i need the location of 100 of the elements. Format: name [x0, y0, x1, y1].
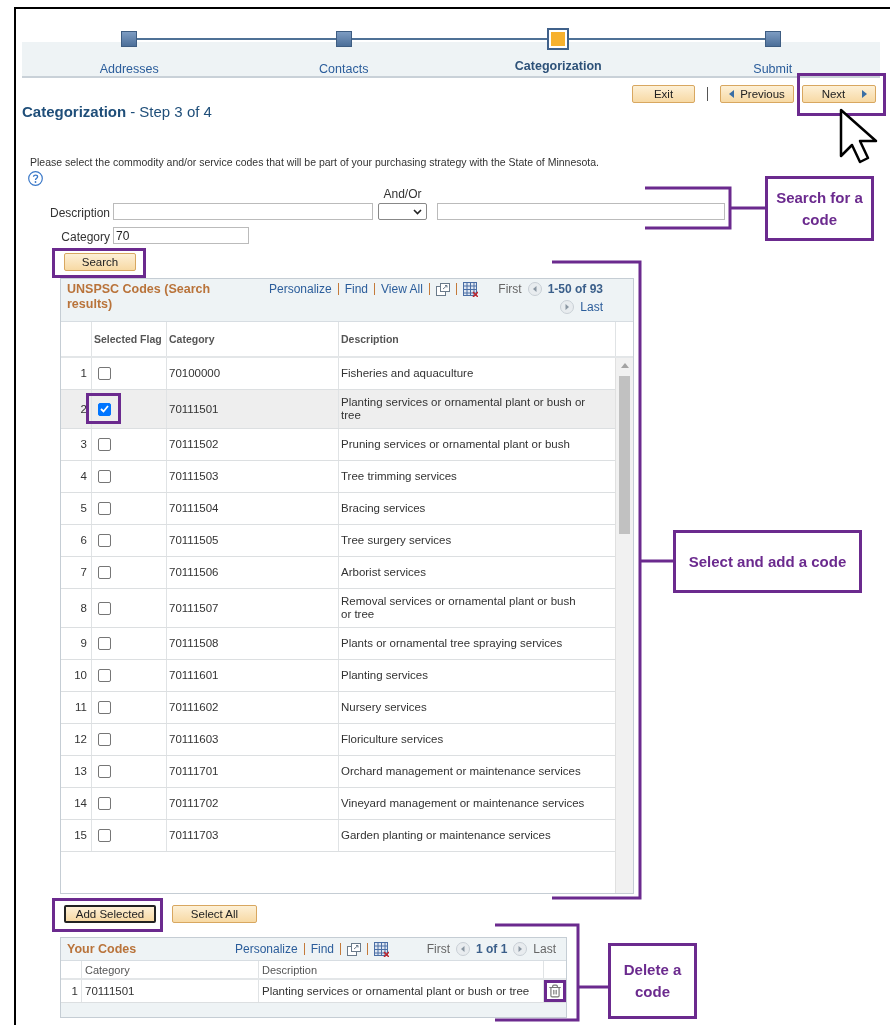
and-or-label: And/Or: [383, 187, 422, 201]
exit-button[interactable]: Exit: [632, 85, 695, 103]
table-cell: 70111702: [169, 797, 219, 810]
row-number: 10: [74, 669, 87, 682]
second-description-field[interactable]: [437, 203, 725, 220]
checkbox[interactable]: [98, 669, 111, 682]
last-link[interactable]: Last: [533, 942, 556, 956]
grid-link[interactable]: View All: [381, 282, 423, 296]
checkbox[interactable]: [98, 829, 111, 842]
table-cell: Arborist services: [341, 566, 426, 579]
table-row[interactable]: 8 70111507 Removal services or ornamental plant or bush or tree: [61, 589, 615, 628]
step-label[interactable]: Contacts: [319, 62, 369, 76]
step-marker[interactable]: [547, 28, 570, 50]
table-cell: Planting services or ornamental plant or bush or tree: [262, 984, 530, 998]
row-number: 4: [80, 470, 87, 483]
table-cell: Orchard management or maintenance services: [341, 765, 581, 778]
checkbox[interactable]: [98, 502, 111, 515]
table-row[interactable]: 14 70111702 Vineyard management or maintenance services: [61, 788, 615, 820]
category-label: Category: [60, 230, 111, 244]
scroll-thumb[interactable]: [619, 376, 630, 534]
new-window-icon[interactable]: [347, 942, 362, 956]
table-row[interactable]: 4 70111503 Tree trimming services: [61, 461, 615, 493]
checkbox[interactable]: [98, 765, 111, 778]
grid-link[interactable]: Find: [310, 942, 335, 956]
checkbox[interactable]: [98, 438, 111, 451]
table-row[interactable]: 1 70100000 Fisheries and aquaculture: [61, 358, 615, 390]
search-button[interactable]: Search: [64, 253, 136, 271]
checkbox[interactable]: [98, 367, 111, 380]
and-or-dropdown[interactable]: [378, 203, 427, 220]
checkbox[interactable]: [98, 534, 111, 547]
table-row[interactable]: 5 70111504 Bracing services: [61, 493, 615, 525]
grid-title: UNSPSC Codes (Search results): [66, 281, 212, 313]
help-icon[interactable]: [28, 171, 43, 186]
callout-note: Select and add a code: [673, 530, 862, 593]
table-cell: 70111501: [169, 402, 219, 416]
last-link[interactable]: Last: [580, 300, 603, 314]
checkbox[interactable]: [98, 701, 111, 714]
previous-button[interactable]: Previous: [720, 85, 794, 103]
table-cell: 70111506: [169, 566, 219, 579]
grid-link[interactable]: Find: [344, 282, 369, 296]
table-row[interactable]: 3 70111502 Pruning services or ornamental plant or bush: [61, 429, 615, 461]
table-row[interactable]: 7 70111506 Arborist services: [61, 557, 615, 589]
row-number: 7: [80, 566, 87, 579]
step-marker[interactable]: [764, 31, 781, 47]
table-cell: 70100000: [169, 367, 221, 380]
table-row[interactable]: 12 70111603 Floriculture services: [61, 724, 615, 756]
spreadsheet-icon[interactable]: [462, 281, 478, 297]
description-field[interactable]: [113, 203, 373, 220]
checkbox[interactable]: [98, 470, 111, 483]
mouse-cursor-icon: [839, 108, 878, 164]
checkbox[interactable]: [98, 566, 111, 579]
grid-link[interactable]: Personalize: [269, 282, 332, 296]
page-title: Categorization - Step 3 of 4: [22, 103, 212, 120]
checkbox[interactable]: [98, 601, 111, 615]
column-header: Description: [341, 333, 399, 345]
add-selected-button[interactable]: Add Selected: [64, 905, 156, 923]
table-cell: 70111502: [169, 438, 219, 451]
next-button[interactable]: Next: [802, 85, 876, 103]
table-row[interactable]: 9 70111508 Plants or ornamental tree spraying services: [61, 628, 615, 660]
table-row[interactable]: 6 70111505 Tree surgery services: [61, 525, 615, 557]
category-field[interactable]: 70: [113, 227, 249, 244]
select-all-button[interactable]: Select All: [172, 905, 257, 923]
step-marker[interactable]: [335, 31, 352, 47]
scrollbar[interactable]: [615, 358, 633, 893]
table-cell: 70111601: [169, 669, 219, 682]
row-number: 9: [80, 637, 87, 650]
table-row[interactable]: 11 70111602 Nursery services: [61, 692, 615, 724]
table-cell: 70111602: [169, 701, 219, 714]
step-label[interactable]: Categorization: [514, 59, 602, 73]
callout-note: Delete a code: [608, 943, 697, 1019]
table-cell: Planting services or ornamental plant or bush or tree: [341, 396, 586, 422]
table-row[interactable]: 2 70111501 Planting services or ornamental plant or bush or tree: [61, 390, 615, 429]
table-cell: Floriculture services: [341, 733, 444, 746]
checkbox[interactable]: [98, 637, 111, 650]
row-number: 11: [75, 701, 87, 714]
table-row[interactable]: 10 70111601 Planting services: [61, 660, 615, 692]
spreadsheet-icon[interactable]: [374, 941, 390, 957]
page-range: 1 of 1: [475, 942, 508, 956]
table-cell: Fisheries and aquaculture: [341, 367, 474, 380]
table-cell: Planting services: [341, 669, 428, 682]
chevron-down-icon: [413, 208, 422, 215]
first-link[interactable]: First: [498, 282, 522, 296]
first-link[interactable]: First: [426, 942, 450, 956]
step-marker[interactable]: [121, 31, 138, 47]
step-label[interactable]: Submit: [753, 62, 793, 76]
table-cell: Pruning services or ornamental plant or bush: [341, 438, 570, 451]
new-window-icon[interactable]: [435, 282, 450, 296]
row-number: 2: [80, 402, 87, 416]
step-label[interactable]: Addresses: [99, 62, 159, 76]
table-cell: Tree surgery services: [341, 534, 452, 547]
checkbox[interactable]: [98, 797, 111, 810]
checkbox[interactable]: [98, 733, 111, 746]
table-cell: 70111504: [169, 502, 219, 515]
table-cell: 70111501: [85, 984, 135, 998]
column-header: Category: [85, 963, 130, 976]
table-row[interactable]: 15 70111703 Garden planting or maintenance services: [61, 820, 615, 852]
table-row[interactable]: 13 70111701 Orchard management or maintenance services: [61, 756, 615, 788]
checkbox[interactable]: [98, 402, 111, 416]
table-cell: 70111505: [169, 534, 219, 547]
grid-link[interactable]: Personalize: [235, 942, 298, 956]
